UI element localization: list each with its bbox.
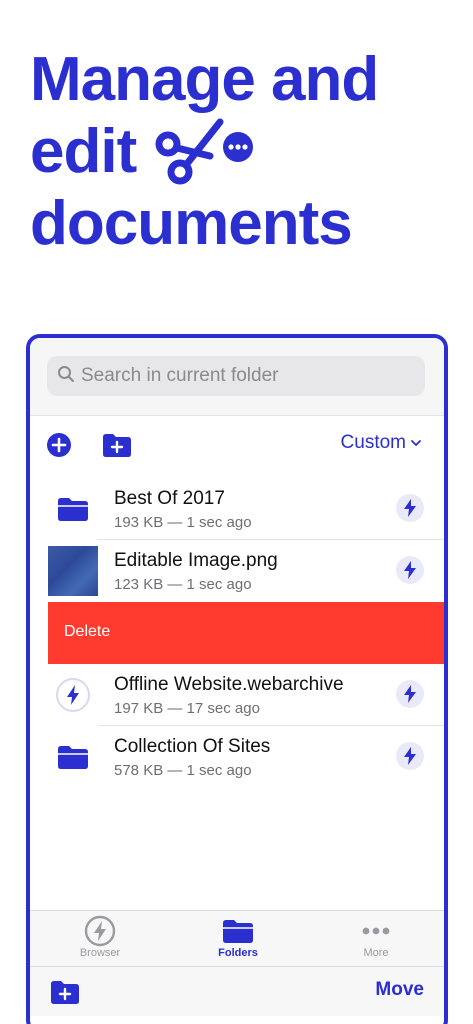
folder-icon [188,915,288,947]
chevron-down-icon [410,432,422,454]
tab-bar: Browser Folders More [30,910,444,966]
tab-browser[interactable]: Browser [50,915,150,959]
bolt-icon[interactable] [396,742,424,770]
search-input[interactable] [81,365,401,387]
app-screen: Custom Best Of 2017 193 KB — 1 sec ago E… [26,334,448,1024]
search-field[interactable] [47,356,425,396]
file-name: Best Of 2017 [114,488,225,509]
add-icon[interactable] [46,432,72,458]
file-meta: 193 KB — 1 sec ago [114,514,252,531]
bolt-icon[interactable] [396,556,424,584]
sort-label: Custom [340,432,406,453]
file-name: Editable Image.png [114,550,278,571]
list-item[interactable]: Editable Image.png 123 KB — 1 sec ago [30,540,444,602]
folder-icon [48,732,98,782]
file-toolbar: Custom [30,432,444,460]
search-bar-area [30,338,444,416]
bolt-icon[interactable] [396,494,424,522]
webarchive-icon [48,670,98,720]
file-name: Offline Website.webarchive [114,674,344,695]
tab-label: Folders [218,947,258,959]
tab-label: Browser [79,947,121,959]
bottom-action-bar: Move [30,966,444,1016]
scissors-icon [150,114,260,186]
list-item[interactable]: Offline Website.webarchive 197 KB — 17 s… [30,664,444,726]
headline-line-3: documents [30,189,353,258]
folder-icon [48,484,98,534]
file-meta: 123 KB — 1 sec ago [114,576,252,593]
headline-line-1: Manage and [30,45,379,114]
list-item[interactable]: Collection Of Sites 578 KB — 1 sec ago [30,726,444,788]
new-folder-icon[interactable] [102,432,132,458]
file-name: Collection Of Sites [114,736,271,757]
new-folder-icon[interactable] [50,979,80,1005]
move-button[interactable]: Move [375,979,424,1001]
headline-line-2: edit [30,116,450,188]
file-meta: 197 KB — 17 sec ago [114,700,260,717]
ellipsis-icon [326,915,426,947]
image-thumbnail [48,546,98,596]
bolt-icon[interactable] [396,680,424,708]
tab-folders[interactable]: Folders [188,915,288,959]
file-list: Best Of 2017 193 KB — 1 sec ago Editable… [30,478,444,788]
bolt-icon [50,915,150,947]
headline: Manage and edit documents [30,44,450,260]
delete-label: Delete [64,623,111,640]
search-icon [57,365,75,388]
delete-swipe-action[interactable]: Delete [48,602,444,664]
file-meta: 578 KB — 1 sec ago [114,762,252,779]
sort-dropdown[interactable]: Custom [341,432,422,454]
list-item[interactable]: Best Of 2017 193 KB — 1 sec ago [30,478,444,540]
tab-label: More [363,947,389,959]
tab-more[interactable]: More [326,915,426,959]
headline-line-2-text: edit [30,117,137,186]
